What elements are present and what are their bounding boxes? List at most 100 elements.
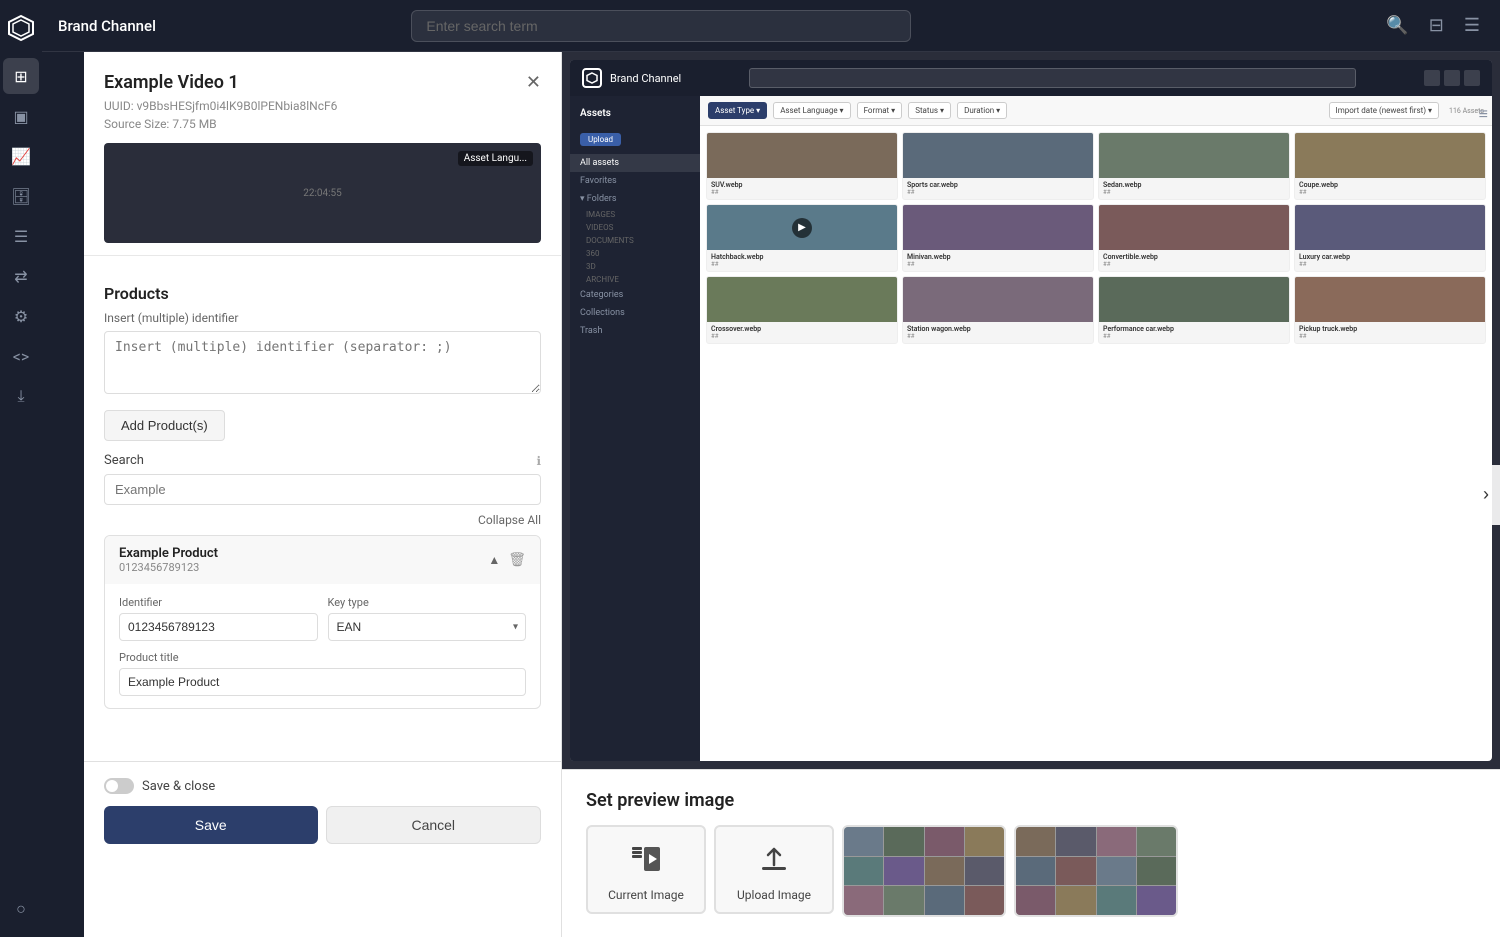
- identifier-input[interactable]: [104, 331, 541, 394]
- upload-image-label: Upload Image: [737, 888, 811, 902]
- expand-arrow-button[interactable]: ›: [1472, 465, 1500, 525]
- download-icon[interactable]: ⤓: [3, 378, 39, 414]
- thumb-cell: [1097, 857, 1136, 886]
- search-input[interactable]: [411, 10, 911, 42]
- nested-sidebar-360[interactable]: 360: [570, 247, 700, 260]
- options-menu-icon-2[interactable]: ≡: [1479, 104, 1488, 124]
- menu-nav-icon[interactable]: ☰: [1460, 11, 1484, 40]
- nested-status-filter[interactable]: Status ▾: [908, 102, 951, 119]
- panel-divider: [84, 255, 561, 256]
- nested-duration-filter[interactable]: Duration ▾: [957, 102, 1007, 119]
- nested-search-bar[interactable]: [749, 68, 1356, 88]
- nested-asset-card[interactable]: Crossover.webp ##: [706, 276, 898, 344]
- nested-inner: Assets Upload All assets Favorites ▾ Fol…: [570, 96, 1492, 761]
- identifier-field-input[interactable]: [119, 613, 318, 641]
- nested-asset-card[interactable]: Performance car.webp ##: [1098, 276, 1290, 344]
- nested-list-icon[interactable]: [1444, 70, 1460, 86]
- nested-asset-card[interactable]: Sedan.webp ##: [1098, 132, 1290, 200]
- product-title-input[interactable]: [119, 668, 526, 696]
- nested-sidebar-trash[interactable]: Trash: [570, 322, 700, 340]
- key-type-field-label: Key type: [328, 596, 527, 609]
- thumb-cell: [965, 827, 1004, 856]
- connect-icon[interactable]: ⇄: [3, 258, 39, 294]
- nested-asset-type-filter[interactable]: Asset Type ▾: [708, 102, 767, 119]
- upload-image-card[interactable]: Upload Image: [714, 825, 834, 914]
- settings-icon[interactable]: ⚙: [3, 298, 39, 334]
- nested-sidebar-videos[interactable]: VIDEOS: [570, 221, 700, 234]
- nested-sidebar-categories[interactable]: Categories: [570, 286, 700, 304]
- search-info-icon[interactable]: ℹ: [536, 454, 541, 468]
- nested-format-filter[interactable]: Format ▾: [857, 102, 903, 119]
- collapse-all-button[interactable]: Collapse All: [84, 513, 561, 527]
- pages-icon[interactable]: ▣: [3, 98, 39, 134]
- filter-nav-icon[interactable]: ⊟: [1425, 11, 1448, 40]
- nested-sidebar-collections[interactable]: Collections: [570, 304, 700, 322]
- add-products-button[interactable]: Add Product(s): [104, 410, 225, 441]
- archive-icon[interactable]: 🗄: [3, 178, 39, 214]
- current-image-card[interactable]: Current Image: [586, 825, 706, 914]
- save-close-toggle[interactable]: [104, 778, 134, 794]
- nested-sidebar-folders[interactable]: ▾ Folders: [570, 190, 700, 208]
- product-card: Example Product 0123456789123 ▲ 🗑 Identi…: [104, 535, 541, 709]
- thumb-cell: [844, 827, 883, 856]
- nested-sort-filter[interactable]: Import date (newest first) ▾: [1329, 102, 1440, 119]
- nested-asset-card[interactable]: Pickup truck.webp ##: [1294, 276, 1486, 344]
- nested-sidebar-documents[interactable]: DOCUMENTS: [570, 234, 700, 247]
- nested-asset-card[interactable]: Coupe.webp ##: [1294, 132, 1486, 200]
- preview-thumb-grid-1: [844, 827, 1004, 915]
- close-button[interactable]: ✕: [522, 68, 545, 97]
- product-search-input[interactable]: [104, 474, 541, 505]
- thumb-cell: [1056, 886, 1095, 915]
- layers-icon[interactable]: ⊞: [3, 58, 39, 94]
- preview-thumb-card-2[interactable]: [1014, 825, 1178, 917]
- analytics-icon[interactable]: 📈: [3, 138, 39, 174]
- upload-icon: [758, 843, 790, 882]
- nested-asset-card[interactable]: Sports car.webp ##: [902, 132, 1094, 200]
- app-logo[interactable]: [3, 10, 39, 46]
- code-icon[interactable]: <>: [3, 338, 39, 374]
- save-button[interactable]: Save: [104, 806, 318, 844]
- nested-asset-card[interactable]: Station wagon.webp ##: [902, 276, 1094, 344]
- nested-sidebar-favorites[interactable]: Favorites: [570, 172, 700, 190]
- product-name: Example Product: [119, 546, 218, 561]
- nested-asset-card[interactable]: Convertible.webp ##: [1098, 204, 1290, 272]
- play-icon: [630, 843, 662, 882]
- delete-product-icon[interactable]: 🗑: [508, 552, 526, 568]
- nested-upload-btn[interactable]: Upload: [580, 133, 621, 146]
- thumb-cell: [1016, 886, 1055, 915]
- nested-asset-language-filter[interactable]: Asset Language ▾: [773, 102, 850, 119]
- product-id: 0123456789123: [119, 561, 218, 574]
- upload-image-card-inner: Upload Image: [716, 827, 832, 912]
- nested-sidebar-all-assets[interactable]: All assets: [570, 154, 700, 172]
- preview-thumb-2: [1016, 827, 1176, 915]
- nested-asset-card[interactable]: SUV.webp ##: [706, 132, 898, 200]
- user-icon[interactable]: ○: [3, 891, 39, 927]
- table-icon[interactable]: ☰: [3, 218, 39, 254]
- collapse-chevron[interactable]: ▲: [488, 553, 500, 567]
- nested-sidebar-3d[interactable]: 3D: [570, 260, 700, 273]
- nested-sidebar-images[interactable]: IMAGES: [570, 208, 700, 221]
- asset-lang-badge: Asset Langu...: [458, 151, 533, 166]
- nested-asset-card[interactable]: ▶ Hatchback.webp ##: [706, 204, 898, 272]
- search-nav-icon[interactable]: 🔍: [1382, 11, 1412, 40]
- thumb-cell: [1016, 827, 1055, 856]
- nested-grid-icon[interactable]: [1424, 70, 1440, 86]
- source-size-label: Source Size:: [104, 117, 169, 131]
- source-size-value: 7.75 MB: [172, 117, 216, 131]
- left-sidebar: ⊞ ▣ 📈 🗄 ☰ ⇄ ⚙ <> ⤓ ○: [0, 0, 42, 937]
- current-image-card-inner: Current Image: [588, 827, 704, 912]
- nested-asset-card[interactable]: Luxury car.webp ##: [1294, 204, 1486, 272]
- thumb-cell: [965, 886, 1004, 915]
- thumb-cell: [1016, 857, 1055, 886]
- key-type-select[interactable]: EAN UPC GTIN ISBN: [328, 613, 527, 641]
- product-title-label: Product title: [119, 651, 526, 664]
- nested-brand-name: Brand Channel: [610, 72, 681, 85]
- nested-asset-card[interactable]: Minivan.webp ##: [902, 204, 1094, 272]
- cancel-button[interactable]: Cancel: [326, 806, 542, 844]
- nested-sidebar-archive[interactable]: ARCHIVE: [570, 273, 700, 286]
- nested-ui-sim: Brand Channel Assets: [570, 60, 1492, 761]
- preview-thumb-card-1[interactable]: [842, 825, 1006, 917]
- nested-sidebar: Assets Upload All assets Favorites ▾ Fol…: [570, 96, 700, 761]
- nested-menu-icon[interactable]: [1464, 70, 1480, 86]
- thumb-cell: [1056, 827, 1095, 856]
